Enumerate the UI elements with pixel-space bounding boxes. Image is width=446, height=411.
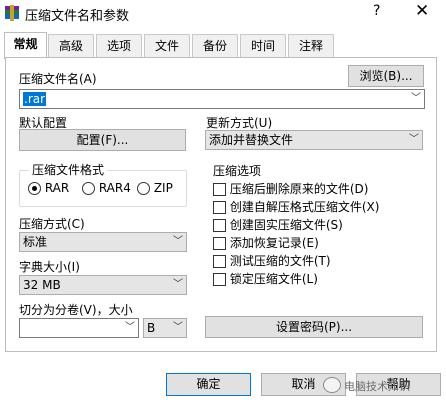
update-mode-value: 添加并替换文件 — [209, 133, 294, 147]
option-label: 创建自解压格式压缩文件(X) — [229, 200, 380, 214]
set-password-button[interactable]: 设置密码(P)... — [205, 316, 423, 338]
option-label: 压缩后删除原来的文件(D) — [229, 182, 369, 196]
update-mode-select[interactable]: 添加并替换文件 ﹀ — [205, 130, 423, 150]
archive-name-value: .rar — [23, 92, 47, 106]
winrar-app-icon — [5, 5, 19, 21]
option-label: 创建固实压缩文件(S) — [229, 218, 343, 232]
ok-button[interactable]: 确定 — [166, 373, 251, 396]
help-icon[interactable]: ? — [373, 3, 380, 19]
split-volumes-label: 切分为分卷(V)，大小 — [19, 303, 133, 317]
checkbox-icon — [213, 183, 226, 196]
option-lock[interactable]: 锁定压缩文件(L) — [213, 270, 318, 287]
tab-comment[interactable]: 注释 — [288, 34, 334, 58]
close-icon[interactable]: ✕ — [415, 1, 429, 21]
archive-options-label: 压缩选项 — [213, 164, 262, 178]
option-sfx[interactable]: 创建自解压格式压缩文件(X) — [213, 198, 379, 215]
option-recovery[interactable]: 添加恢复记录(E) — [213, 234, 319, 251]
window-title: 压缩文件名和参数 — [25, 9, 130, 24]
chevron-down-icon: ﹀ — [173, 279, 183, 290]
profiles-button[interactable]: 配置(F)... — [19, 129, 186, 151]
tab-files[interactable]: 文件 — [144, 34, 190, 58]
dictionary-size-value: 32 MB — [23, 278, 61, 292]
option-label: 测试压缩的文件(T) — [229, 254, 331, 268]
checkbox-icon — [213, 273, 226, 286]
radio-icon — [137, 182, 150, 195]
title-bar: 压缩文件名和参数 ? ✕ — [0, 0, 446, 28]
option-delete-after[interactable]: 压缩后删除原来的文件(D) — [213, 180, 368, 197]
browse-button[interactable]: 浏览(B)... — [348, 65, 424, 87]
radio-selected-icon — [28, 182, 41, 195]
radio-icon — [82, 182, 95, 195]
checkbox-icon — [213, 237, 226, 250]
chevron-down-icon[interactable]: ﹀ — [125, 319, 135, 337]
chevron-down-icon[interactable]: ﹀ — [411, 90, 421, 108]
compression-method-label: 压缩方式(C) — [19, 217, 85, 231]
format-zip-radio[interactable]: ZIP — [137, 181, 173, 195]
dictionary-size-select[interactable]: 32 MB ﹀ — [19, 275, 187, 295]
option-test[interactable]: 测试压缩的文件(T) — [213, 252, 331, 269]
format-rar4-radio[interactable]: RAR4 — [82, 181, 131, 195]
format-rar4-label: RAR4 — [98, 181, 131, 195]
checkbox-icon — [213, 219, 226, 232]
dictionary-size-label: 字典大小(I) — [19, 260, 80, 274]
archive-format-label: 压缩文件格式 — [29, 161, 108, 178]
option-solid[interactable]: 创建固实压缩文件(S) — [213, 216, 343, 233]
chevron-down-icon: ﹀ — [173, 236, 183, 247]
tab-advanced[interactable]: 高级 — [48, 34, 94, 58]
compression-method-value: 标准 — [23, 235, 48, 249]
archive-name-input[interactable]: .rar ﹀ — [19, 89, 425, 109]
checkbox-icon — [213, 201, 226, 214]
tab-general[interactable]: 常规 — [4, 32, 47, 59]
format-rar-radio[interactable]: RAR — [28, 181, 69, 195]
checkbox-icon — [213, 255, 226, 268]
wechat-watermark-icon — [323, 377, 341, 393]
compression-method-select[interactable]: 标准 ﹀ — [19, 232, 187, 252]
update-mode-label: 更新方式(U) — [206, 116, 273, 130]
split-size-input[interactable]: ﹀ — [19, 318, 139, 338]
chevron-down-icon: ﹀ — [173, 322, 183, 333]
tab-options[interactable]: 选项 — [96, 34, 142, 58]
watermark-text: 电脑技术知识 — [344, 380, 410, 393]
format-zip-label: ZIP — [153, 181, 173, 195]
tab-backup[interactable]: 备份 — [192, 34, 238, 58]
format-rar-label: RAR — [44, 181, 70, 195]
chevron-down-icon: ﹀ — [409, 134, 419, 145]
split-unit-select[interactable]: B ﹀ — [143, 318, 187, 338]
split-unit-value: B — [147, 321, 156, 335]
option-label: 添加恢复记录(E) — [229, 236, 319, 250]
tab-time[interactable]: 时间 — [240, 34, 286, 58]
option-label: 锁定压缩文件(L) — [229, 272, 318, 286]
archive-name-label: 压缩文件名(A) — [19, 72, 97, 86]
